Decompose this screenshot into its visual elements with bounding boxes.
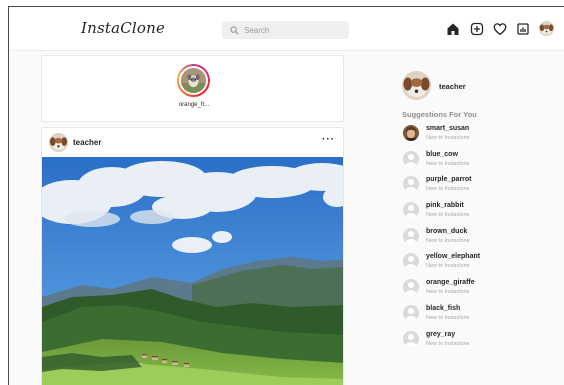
- suggestion-item: smart_susan New to Instaclone: [402, 123, 552, 149]
- suggestion-item: grey_ray New to Instaclone: [402, 329, 552, 355]
- suggestion-username[interactable]: pink_rabbit: [426, 202, 464, 209]
- default-avatar-icon[interactable]: [403, 176, 419, 193]
- story-item[interactable]: [177, 64, 210, 97]
- suggestion-item: orange_giraffe New to Instaclone: [402, 277, 552, 303]
- default-avatar-icon[interactable]: [403, 304, 419, 321]
- suggestion-username[interactable]: orange_giraffe: [426, 279, 475, 286]
- suggestion-username[interactable]: grey_ray: [426, 331, 455, 338]
- suggestion-subtitle: New to Instaclone: [426, 212, 470, 219]
- top-nav-bar: InstaClone: [9, 7, 564, 51]
- default-avatar-icon[interactable]: [403, 202, 419, 219]
- default-avatar-icon[interactable]: [403, 227, 419, 244]
- suggestions-list: smart_susan New to Instaclone blue_cow N…: [402, 123, 552, 354]
- current-user: teacher: [402, 71, 552, 103]
- home-icon[interactable]: [446, 22, 460, 36]
- new-post-icon[interactable]: [470, 22, 484, 36]
- suggestion-username[interactable]: smart_susan: [426, 125, 469, 132]
- default-avatar-icon[interactable]: [403, 279, 419, 296]
- suggestion-subtitle: New to Instaclone: [426, 135, 470, 141]
- search-input[interactable]: [244, 25, 334, 35]
- post-photo: [42, 157, 343, 385]
- current-user-username[interactable]: teacher: [439, 82, 466, 91]
- post-author-username[interactable]: teacher: [73, 138, 101, 147]
- suggestion-avatar[interactable]: [403, 125, 419, 141]
- suggestion-subtitle: New to Instaclone: [426, 186, 470, 193]
- suggestion-subtitle: New to Instaclone: [426, 237, 470, 244]
- suggestion-username[interactable]: yellow_elephant: [426, 253, 480, 260]
- feed-post: teacher ···: [41, 127, 344, 385]
- suggestion-username[interactable]: purple_parrot: [426, 176, 472, 183]
- heart-icon[interactable]: [493, 22, 507, 36]
- app-logo[interactable]: InstaClone: [81, 19, 165, 37]
- post-author-avatar[interactable]: [49, 133, 68, 152]
- activity-icon[interactable]: [516, 22, 530, 36]
- default-avatar-icon[interactable]: [403, 150, 419, 167]
- app-window: InstaClone Search orange_fr... teacher ·…: [8, 6, 564, 385]
- current-user-avatar[interactable]: [402, 71, 431, 100]
- search-box[interactable]: [222, 21, 349, 39]
- story-avatar: [181, 68, 206, 93]
- stories-tray: orange_fr...: [41, 55, 344, 122]
- suggestion-subtitle: New to Instaclone: [426, 340, 470, 347]
- suggestion-item: pink_rabbit New to Instaclone: [402, 200, 552, 226]
- post-options-button[interactable]: ···: [322, 134, 335, 145]
- profile-avatar[interactable]: [539, 21, 554, 36]
- search-icon: [230, 25, 239, 34]
- suggestion-subtitle: New to Instaclone: [426, 263, 470, 270]
- suggestion-username[interactable]: black_fish: [426, 305, 460, 312]
- suggestion-subtitle: New to Instaclone: [426, 160, 470, 167]
- default-avatar-icon[interactable]: [403, 253, 419, 270]
- suggestions-heading: Suggestions For You: [402, 110, 477, 119]
- suggestion-username[interactable]: blue_cow: [426, 151, 458, 158]
- suggestion-item: black_fish New to Instaclone: [402, 303, 552, 329]
- suggestion-subtitle: New to Instaclone: [426, 314, 470, 321]
- suggestion-item: brown_duck New to Instaclone: [402, 226, 552, 252]
- story-username[interactable]: orange_fr...: [160, 102, 228, 108]
- suggestion-subtitle: New to Instaclone: [426, 289, 470, 296]
- post-header: teacher ···: [42, 128, 343, 157]
- suggestion-item: yellow_elephant New to Instaclone: [402, 251, 552, 277]
- default-avatar-icon[interactable]: [403, 330, 419, 347]
- suggestion-item: blue_cow New to Instaclone: [402, 149, 552, 175]
- suggestion-item: purple_parrot New to Instaclone: [402, 174, 552, 200]
- suggestion-username[interactable]: brown_duck: [426, 228, 467, 235]
